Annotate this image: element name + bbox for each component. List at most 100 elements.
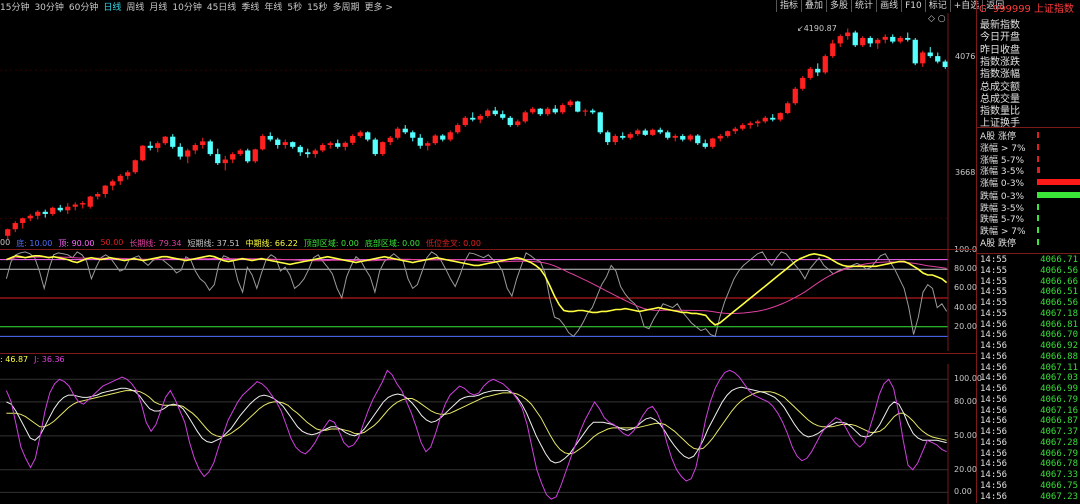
candle <box>12 221 18 233</box>
tick-price: 4066.99 <box>1040 384 1078 394</box>
candle <box>762 115 768 124</box>
candle-body <box>177 146 183 157</box>
candle <box>432 134 438 146</box>
candle-body <box>95 194 101 197</box>
candle <box>665 130 671 140</box>
short-line <box>5 251 948 338</box>
candle-body <box>357 132 363 136</box>
candle <box>567 99 573 107</box>
stat-bar-4 <box>1037 179 1080 185</box>
candle-body <box>462 117 468 126</box>
candle <box>192 143 198 155</box>
candle-body <box>770 117 776 120</box>
tool-button-4[interactable]: 画线 <box>876 0 901 12</box>
candle-body <box>807 68 813 78</box>
candle-body <box>5 229 11 236</box>
candle <box>717 134 723 142</box>
candle <box>582 108 588 116</box>
candle <box>200 137 206 149</box>
candle-body <box>252 149 258 162</box>
candle-body <box>282 142 288 146</box>
candle-body <box>65 206 71 211</box>
candle <box>612 134 618 146</box>
candle <box>560 103 566 115</box>
candle-body <box>927 52 933 57</box>
candle <box>807 66 813 80</box>
candle-body <box>792 88 798 104</box>
candle-body <box>890 36 896 42</box>
indicator2-chart <box>0 364 949 504</box>
candle <box>327 141 333 149</box>
candle-body <box>35 211 41 216</box>
candle-body <box>102 185 108 195</box>
period-tab-1[interactable]: 30分钟 <box>34 0 63 13</box>
tool-button-2[interactable]: 多股 <box>826 0 851 12</box>
candle-body <box>545 108 551 115</box>
candle-body <box>125 172 131 176</box>
tool-button-6[interactable]: 标记 <box>924 0 950 12</box>
candle <box>732 126 738 135</box>
period-tab-7[interactable]: 45日线 <box>207 0 236 13</box>
candle <box>897 36 903 44</box>
tool-button-5[interactable]: F10 <box>901 0 925 12</box>
period-tab-0[interactable]: 15分钟 <box>0 0 29 13</box>
tick-price: 4066.81 <box>1040 319 1078 330</box>
candle <box>395 126 401 140</box>
candle-body <box>170 136 176 147</box>
tick-time: 14:55 <box>980 265 1008 276</box>
period-tab-6[interactable]: 10分钟 <box>172 0 201 13</box>
period-tab-13[interactable]: 更多 > <box>365 0 393 13</box>
candle-body <box>485 110 491 116</box>
candle <box>312 148 318 158</box>
tool-button-3[interactable]: 统计 <box>851 0 876 12</box>
tool-button-0[interactable]: 指标 <box>776 0 801 12</box>
stat-bar-9 <box>1037 238 1039 245</box>
candle-body <box>57 207 63 211</box>
candle-body <box>410 132 416 138</box>
candle-body <box>507 117 513 126</box>
period-tab-8[interactable]: 季线 <box>241 0 259 13</box>
period-tab-2[interactable]: 60分钟 <box>69 0 98 13</box>
tick-time: 14:55 <box>980 298 1008 308</box>
candle <box>102 184 108 198</box>
candle <box>935 52 941 64</box>
candle-body <box>800 77 806 89</box>
axis-label-ind1_axis-1: 80.00 <box>954 264 977 274</box>
period-tab-12[interactable]: 多周期 <box>333 0 360 13</box>
candle <box>42 209 48 218</box>
tick-time: 14:56 <box>980 480 1008 491</box>
candle <box>792 86 798 106</box>
candle <box>492 106 498 116</box>
candle <box>500 110 506 120</box>
zoom-circle-icon[interactable]: ○ <box>938 14 946 24</box>
candle-body <box>642 130 648 135</box>
candle-body <box>755 121 761 124</box>
period-tab-3[interactable]: 日线 <box>103 0 121 13</box>
index-title: G 999999 上证指数 <box>979 0 1074 15</box>
period-tab-10[interactable]: 5秒 <box>287 0 302 13</box>
candle <box>905 32 911 42</box>
index-prefix: G <box>979 4 987 15</box>
period-tab-11[interactable]: 15秒 <box>307 0 327 13</box>
tick-time: 14:56 <box>980 362 1008 373</box>
candle-body <box>20 218 26 224</box>
candle-body <box>297 146 303 153</box>
candle <box>342 141 348 151</box>
period-tab-9[interactable]: 年线 <box>264 0 282 13</box>
diamond-icon[interactable]: ◇ <box>928 14 935 24</box>
period-tab-5[interactable]: 月线 <box>149 0 167 13</box>
tick-price: 4066.92 <box>1040 341 1078 351</box>
candle-body <box>860 37 866 46</box>
candle <box>320 143 326 153</box>
tick-price: 4066.75 <box>1040 480 1078 491</box>
main-axis-label-high: 4076 <box>955 52 976 61</box>
candle <box>402 125 408 135</box>
tick-time: 14:56 <box>980 394 1008 405</box>
high-price-annotation: ↙4190.87 <box>797 24 837 33</box>
tick-price: 4066.70 <box>1040 330 1078 341</box>
candle-body <box>245 150 251 162</box>
tool-button-1[interactable]: 叠加 <box>801 0 826 12</box>
candle-body <box>350 135 356 143</box>
period-tab-4[interactable]: 周线 <box>126 0 144 13</box>
candle <box>650 128 656 136</box>
